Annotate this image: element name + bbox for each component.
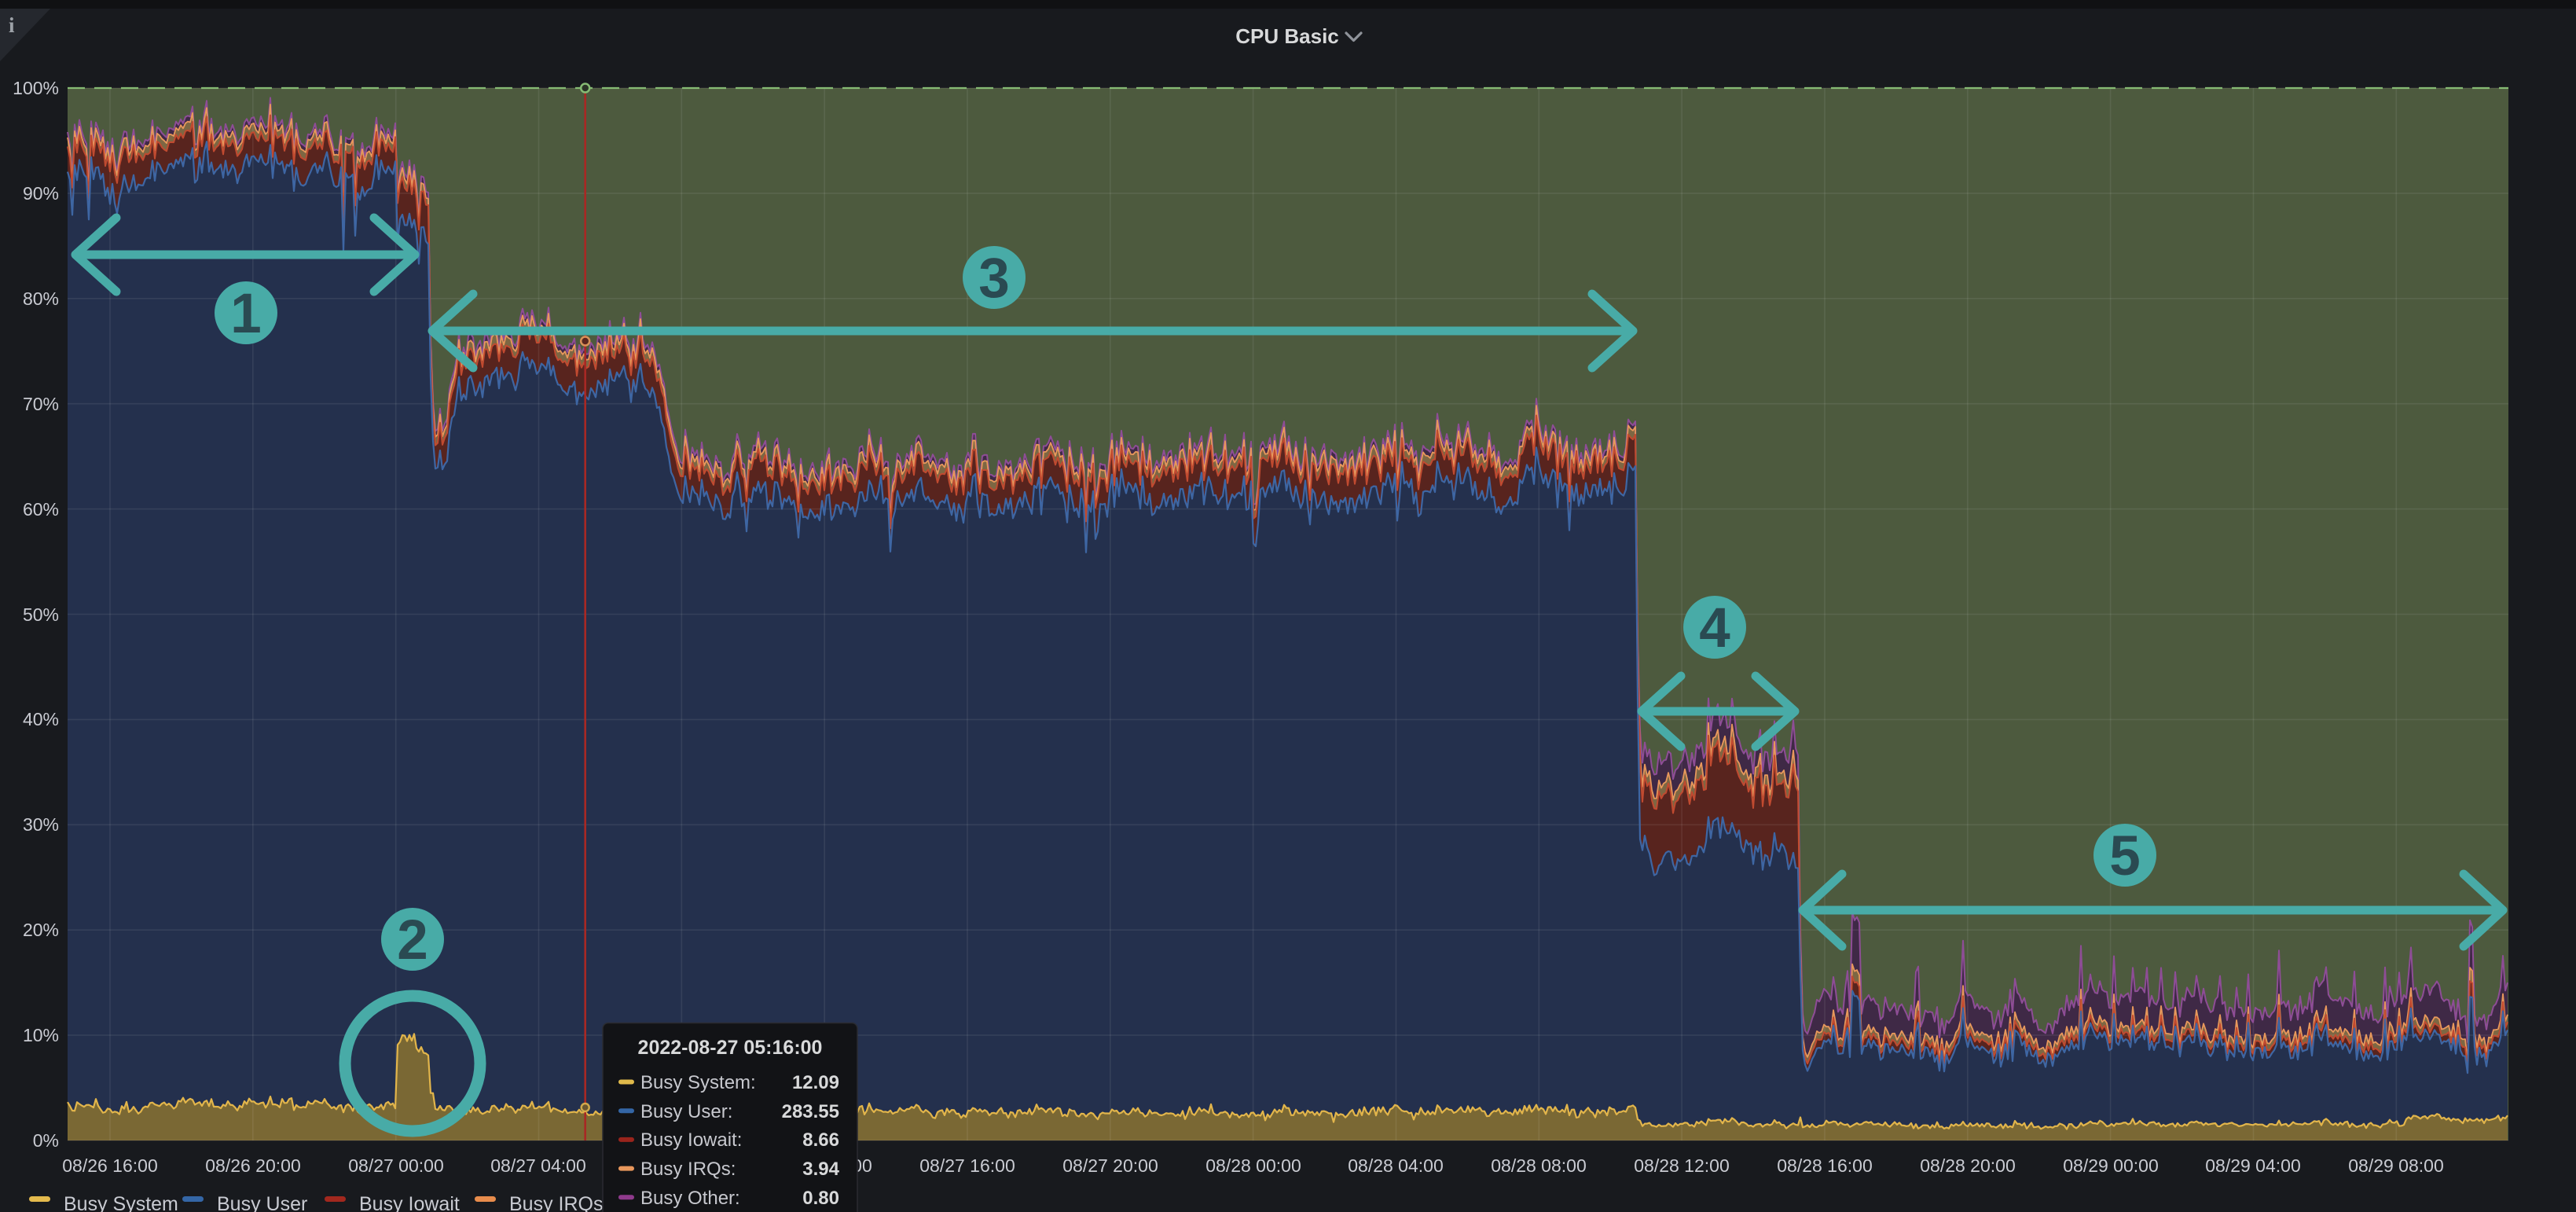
- svg-text:08/27 16:00: 08/27 16:00: [919, 1155, 1015, 1176]
- svg-text:Busy IRQs:: Busy IRQs:: [640, 1159, 736, 1180]
- svg-text:90%: 90%: [23, 183, 59, 204]
- svg-text:283.55: 283.55: [782, 1101, 839, 1122]
- svg-text:Busy System: Busy System: [64, 1193, 178, 1212]
- svg-text:3.94: 3.94: [802, 1159, 839, 1180]
- svg-text:08/28 20:00: 08/28 20:00: [1920, 1155, 2016, 1176]
- svg-text:5: 5: [2109, 825, 2141, 887]
- svg-text:80%: 80%: [23, 288, 59, 309]
- svg-text:Busy IRQs: Busy IRQs: [509, 1193, 603, 1212]
- svg-text:08/28 16:00: 08/28 16:00: [1777, 1155, 1873, 1176]
- svg-text:CPU Basic: CPU Basic: [1235, 24, 1339, 48]
- svg-text:4: 4: [1699, 597, 1730, 659]
- svg-text:08/29 08:00: 08/29 08:00: [2348, 1155, 2444, 1176]
- svg-text:0%: 0%: [33, 1130, 59, 1151]
- svg-text:100%: 100%: [13, 78, 59, 98]
- svg-text:08/28 00:00: 08/28 00:00: [1205, 1155, 1301, 1176]
- svg-text:08/27 20:00: 08/27 20:00: [1062, 1155, 1158, 1176]
- svg-text:Busy System:: Busy System:: [640, 1072, 756, 1093]
- svg-text:08/28 12:00: 08/28 12:00: [1634, 1155, 1730, 1176]
- svg-text:50%: 50%: [23, 604, 59, 625]
- svg-text:08/26 20:00: 08/26 20:00: [205, 1155, 301, 1176]
- svg-text:2022-08-27 05:16:00: 2022-08-27 05:16:00: [638, 1037, 823, 1059]
- svg-text:12.09: 12.09: [792, 1072, 839, 1093]
- svg-text:08/28 08:00: 08/28 08:00: [1491, 1155, 1587, 1176]
- svg-text:08/26 16:00: 08/26 16:00: [62, 1155, 158, 1176]
- svg-text:1: 1: [230, 283, 262, 345]
- svg-text:10%: 10%: [23, 1025, 59, 1045]
- svg-text:Busy User: Busy User: [217, 1193, 307, 1212]
- svg-text:Busy User:: Busy User:: [640, 1101, 732, 1122]
- svg-text:20%: 20%: [23, 920, 59, 940]
- svg-text:08/29 00:00: 08/29 00:00: [2063, 1155, 2159, 1176]
- svg-text:70%: 70%: [23, 394, 59, 414]
- svg-text:Busy Other:: Busy Other:: [640, 1188, 740, 1209]
- svg-text:2: 2: [397, 909, 428, 971]
- svg-text:Busy Iowait:: Busy Iowait:: [640, 1129, 742, 1151]
- svg-text:8.66: 8.66: [802, 1129, 839, 1151]
- svg-text:60%: 60%: [23, 499, 59, 520]
- svg-text:Busy Iowait: Busy Iowait: [359, 1193, 460, 1212]
- svg-text:08/29 04:00: 08/29 04:00: [2205, 1155, 2301, 1176]
- svg-text:i: i: [9, 13, 15, 37]
- svg-text:40%: 40%: [23, 709, 59, 729]
- svg-text:08/27 04:00: 08/27 04:00: [490, 1155, 586, 1176]
- svg-text:30%: 30%: [23, 814, 59, 835]
- svg-text:08/28 04:00: 08/28 04:00: [1348, 1155, 1444, 1176]
- svg-text:3: 3: [978, 248, 1010, 310]
- svg-text:0.80: 0.80: [802, 1188, 839, 1209]
- svg-text:08/27 00:00: 08/27 00:00: [348, 1155, 444, 1176]
